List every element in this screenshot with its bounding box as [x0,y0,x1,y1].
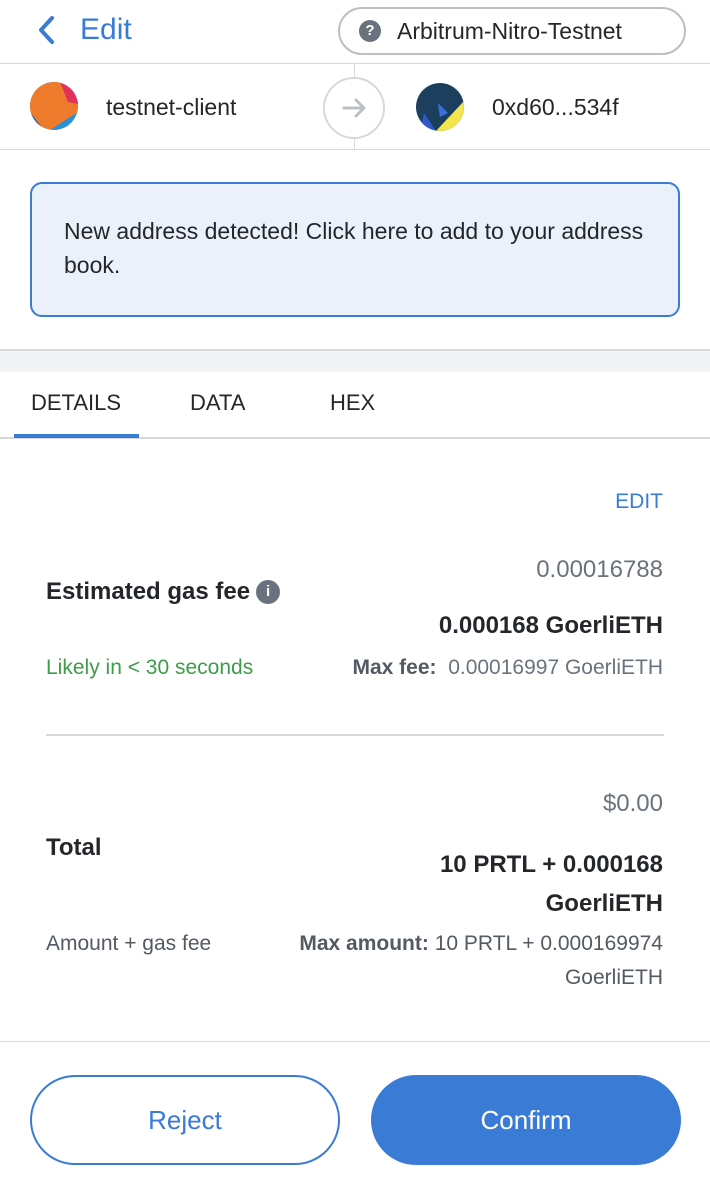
gas-amount: 0.000168 GoerliETH [438,612,663,639]
gas-fiat-value: 0.00016788 [536,556,663,583]
arrow-circle [323,77,385,139]
network-selector[interactable]: ? Arbitrum-Nitro-Testnet [338,7,686,55]
reject-button[interactable]: Reject [30,1075,340,1165]
gas-fee-label-row: Estimated gas fee i [46,578,281,606]
total-amount: 10 PRTL + 0.000168 GoerliETH [440,845,663,923]
total-amount-line2: GoerliETH [545,890,663,917]
back-label: Edit [80,13,132,46]
active-tab-indicator [14,434,139,438]
total-fiat-value: $0.00 [602,790,663,817]
back-button[interactable]: Edit [34,12,132,48]
confirm-button[interactable]: Confirm [371,1075,681,1165]
tab-data[interactable]: DATA [190,390,245,416]
max-amount-label: Max amount: [299,932,429,955]
sender-name[interactable]: testnet-client [106,93,236,121]
tab-bar: DETAILS DATA HEX [0,372,710,439]
edit-gas-button[interactable]: EDIT [615,490,663,514]
reject-label: Reject [148,1104,222,1135]
sender-avatar[interactable] [30,82,78,130]
max-fee-label: Max fee: [352,656,437,679]
total-amount-line1: 10 PRTL + 0.000168 [439,851,663,878]
amount-gas-label: Amount + gas fee [46,932,212,955]
likely-time: Likely in < 30 seconds [46,656,254,679]
footer-divider [0,1041,710,1042]
section-band [0,351,710,372]
sender-recipient-row: testnet-client 0xd60...534f [0,64,710,150]
max-fee-value: 0.00016997 GoerliETH [448,656,663,679]
chevron-left-icon [39,16,54,44]
gas-fee-label: Estimated gas fee [46,578,251,605]
tab-details[interactable]: DETAILS [31,390,121,416]
max-amount-value: 10 PRTL + 0.000169974 GoerliETH [434,932,663,989]
info-icon[interactable]: i [256,580,281,604]
arrow-right-icon [342,98,366,118]
recipient-avatar[interactable] [416,83,464,131]
identicon-icon [416,83,464,131]
recipient-address[interactable]: 0xd60...534f [492,93,619,121]
section-divider [46,734,664,736]
max-amount: Max amount: 10 PRTL + 0.000169974 Goerli… [243,927,663,995]
new-address-banner[interactable]: New address detected! Click here to add … [30,182,680,317]
confirm-label: Confirm [480,1104,572,1135]
max-fee: Max fee: 0.00016997 GoerliETH [352,656,663,680]
banner-text: New address detected! Click here to add … [64,218,644,278]
identicon-icon [30,82,78,130]
total-label: Total [46,834,102,861]
page-header: Edit ? Arbitrum-Nitro-Testnet [0,0,710,64]
question-icon: ? [359,20,381,42]
tab-hex[interactable]: HEX [330,390,375,416]
network-name: Arbitrum-Nitro-Testnet [397,17,622,44]
